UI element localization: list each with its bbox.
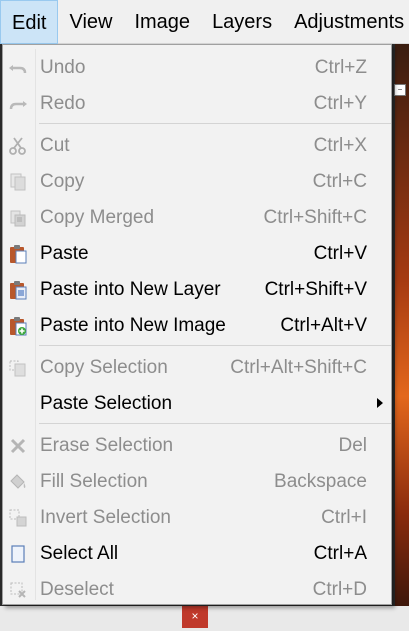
cut-shortcut: Ctrl+X (313, 135, 367, 156)
menu-item-paste[interactable]: Paste Ctrl+V (3, 236, 391, 272)
erase-x-icon (8, 436, 28, 456)
clipboard-icon (8, 244, 28, 264)
edit-menu-dropdown: Undo Ctrl+Z Redo Ctrl+Y Cut Ctrl+X Copy … (2, 44, 392, 605)
paste-new-image-label: Paste into New Image (40, 315, 226, 336)
redo-label: Redo (40, 93, 86, 114)
undo-label: Undo (40, 57, 86, 78)
menu-view[interactable]: View (58, 0, 123, 44)
menu-item-copy-selection[interactable]: Copy Selection Ctrl+Alt+Shift+C (3, 350, 391, 386)
menu-item-copy[interactable]: Copy Ctrl+C (3, 164, 391, 200)
menu-item-select-all[interactable]: Select All Ctrl+A (3, 536, 391, 572)
menu-item-paste-new-layer[interactable]: Paste into New Layer Ctrl+Shift+V (3, 272, 391, 308)
undo-arrow-icon (8, 58, 28, 78)
paste-shortcut: Ctrl+V (313, 243, 367, 264)
undo-shortcut: Ctrl+Z (314, 57, 367, 78)
clipboard-image-icon (8, 316, 28, 336)
deselect-label: Deselect (40, 579, 114, 600)
menu-image[interactable]: Image (123, 0, 201, 44)
copy-selection-shortcut: Ctrl+Alt+Shift+C (230, 357, 367, 378)
menu-item-deselect[interactable]: Deselect Ctrl+D (3, 572, 391, 608)
cut-label: Cut (40, 135, 70, 156)
paste-new-layer-label: Paste into New Layer (40, 279, 221, 300)
clipboard-layer-icon (8, 280, 28, 300)
menu-item-redo[interactable]: Redo Ctrl+Y (3, 86, 391, 122)
copy-shortcut: Ctrl+C (312, 171, 367, 192)
select-all-shortcut: Ctrl+A (313, 543, 367, 564)
copy-merged-label: Copy Merged (40, 207, 155, 228)
paste-new-image-shortcut: Ctrl+Alt+V (280, 315, 367, 336)
menu-item-fill-selection[interactable]: Fill Selection Backspace (3, 464, 391, 500)
fill-selection-shortcut: Backspace (274, 471, 367, 492)
menu-item-undo[interactable]: Undo Ctrl+Z (3, 50, 391, 86)
submenu-arrow-icon (377, 398, 383, 408)
erase-selection-shortcut: Del (338, 435, 367, 456)
separator (39, 423, 391, 424)
paste-selection-label: Paste Selection (40, 393, 173, 414)
minimize-panel-button[interactable]: − (394, 84, 406, 96)
canvas-image-strip (395, 44, 409, 631)
menu-layers[interactable]: Layers (201, 0, 283, 44)
paste-label: Paste (40, 243, 89, 264)
menu-item-invert-selection[interactable]: Invert Selection Ctrl+I (3, 500, 391, 536)
menu-adjustments[interactable]: Adjustments (283, 0, 409, 44)
select-all-label: Select All (40, 543, 119, 564)
copy-merged-icon (8, 208, 28, 228)
deselect-icon (8, 580, 28, 600)
separator (39, 123, 391, 124)
fill-selection-label: Fill Selection (40, 471, 148, 492)
copy-selection-label: Copy Selection (40, 357, 168, 378)
menu-item-cut[interactable]: Cut Ctrl+X (3, 128, 391, 164)
redo-arrow-icon (8, 94, 28, 114)
copy-pages-icon (8, 172, 28, 192)
separator (39, 345, 391, 346)
invert-selection-icon (8, 508, 28, 528)
menu-bar: Edit View Image Layers Adjustments (0, 0, 409, 44)
invert-selection-shortcut: Ctrl+I (321, 507, 367, 528)
copy-merged-shortcut: Ctrl+Shift+C (263, 207, 367, 228)
menu-item-erase-selection[interactable]: Erase Selection Del (3, 428, 391, 464)
menu-item-paste-selection[interactable]: Paste Selection (3, 386, 391, 422)
menu-item-copy-merged[interactable]: Copy Merged Ctrl+Shift+C (3, 200, 391, 236)
menu-edit[interactable]: Edit (0, 0, 59, 44)
copy-selection-icon (8, 358, 28, 378)
select-all-page-icon (8, 544, 28, 564)
redo-shortcut: Ctrl+Y (313, 93, 367, 114)
close-tab-button[interactable]: × (182, 606, 208, 628)
paste-new-layer-shortcut: Ctrl+Shift+V (264, 279, 367, 300)
scissors-icon (8, 136, 28, 156)
copy-label: Copy (40, 171, 85, 192)
menu-item-paste-new-image[interactable]: Paste into New Image Ctrl+Alt+V (3, 308, 391, 344)
paint-bucket-icon (8, 472, 28, 492)
invert-selection-label: Invert Selection (40, 507, 171, 528)
deselect-shortcut: Ctrl+D (312, 579, 367, 600)
erase-selection-label: Erase Selection (40, 435, 174, 456)
